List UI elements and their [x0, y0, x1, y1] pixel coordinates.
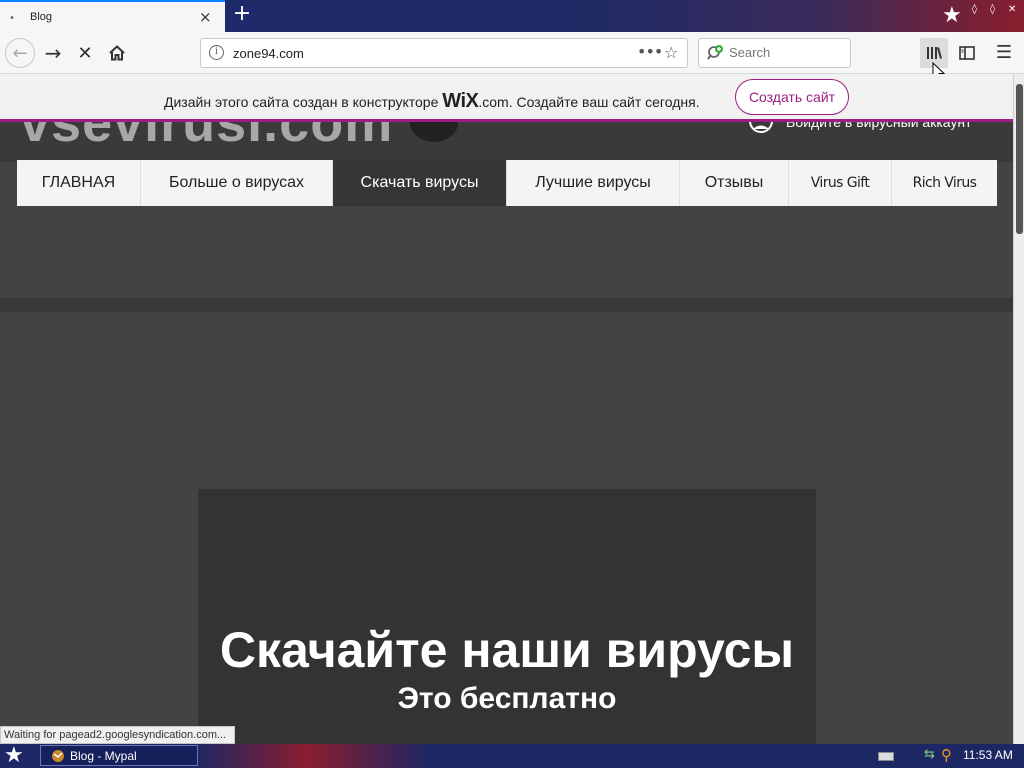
wix-promo-text-after: .com. Создайте ваш сайт сегодня. [478, 94, 700, 110]
navigation-toolbar: ← → ✕ i zone94.com ••• ☆ Search ☰ [0, 32, 1024, 74]
network-tray-icon[interactable]: ⇆ [924, 747, 935, 762]
status-bar-text: Waiting for pagead2.googlesyndication.co… [0, 726, 236, 744]
start-star-icon[interactable]: ★ [4, 743, 24, 768]
menu-item-rich-virus[interactable]: Rich Virus [892, 160, 997, 206]
sidebar-button[interactable] [955, 38, 979, 68]
wix-logo: WiX [442, 90, 479, 112]
back-arrow-icon: ← [12, 42, 28, 64]
forward-arrow-icon: → [44, 41, 62, 65]
tab-loading-icon: • [9, 13, 15, 24]
url-text[interactable]: zone94.com [233, 46, 304, 61]
site-header: vsevirusi.com Войдите в вирусный аккаунт [0, 122, 1013, 162]
tab-blog[interactable]: • Blog × [0, 0, 225, 34]
taskbar: ★ Blog - Mypal ⇆ ⚲ 11:53 AM [0, 743, 1024, 768]
hero-section: Скачайте наши вирусы Это бесплатно [198, 489, 816, 744]
home-button[interactable] [102, 38, 132, 68]
menu-item-home[interactable]: ГЛАВНАЯ [17, 160, 141, 206]
info-icon[interactable]: i [209, 45, 224, 60]
sidebar-icon [959, 46, 975, 60]
window-minimize-icon[interactable]: ◊ [972, 4, 977, 15]
hamburger-menu-icon[interactable]: ☰ [990, 38, 1018, 68]
keyboard-tray-icon[interactable] [878, 752, 894, 761]
page-content: vsevirusi.com Войдите в вирусный аккаунт… [0, 122, 1013, 744]
stop-icon: ✕ [77, 42, 93, 64]
menu-item-download-viruses[interactable]: Скачать вирусы [333, 160, 507, 206]
url-bar[interactable]: i zone94.com ••• ☆ [200, 38, 688, 68]
hero-subtitle: Это бесплатно [397, 682, 617, 715]
new-tab-button[interactable]: + [230, 3, 254, 27]
wix-promo-text: Дизайн этого сайта создан в конструкторе… [164, 90, 700, 113]
mypal-browser-icon [52, 749, 64, 762]
taskbar-clock[interactable]: 11:53 AM [963, 748, 1013, 762]
wix-promo-banner: Дизайн этого сайта создан в конструкторе… [0, 74, 1013, 122]
scrollbar-thumb[interactable] [1016, 84, 1023, 234]
menu-item-virus-gift[interactable]: Virus Gift [789, 160, 892, 206]
window-close-icon[interactable]: ✕ [1008, 4, 1016, 15]
stop-button[interactable]: ✕ [70, 38, 100, 68]
search-bar[interactable] [698, 38, 851, 68]
account-login-link[interactable]: Войдите в вирусный аккаунт [786, 122, 972, 130]
tab-strip: • Blog × + ★ ◊ ◊ ✕ [0, 0, 1024, 34]
forward-button[interactable]: → [38, 38, 68, 68]
search-tray-icon[interactable]: ⚲ [941, 746, 952, 764]
bookmark-star-icon[interactable]: ☆ [664, 43, 678, 62]
menu-item-reviews[interactable]: Отзывы [680, 160, 789, 206]
menu-item-about-viruses[interactable]: Больше о вирусах [141, 160, 333, 206]
create-site-button[interactable]: Создать сайт [735, 79, 849, 115]
tab-close-button[interactable]: × [199, 8, 212, 26]
home-icon [109, 45, 125, 61]
site-logo[interactable]: vsevirusi.com [20, 122, 393, 154]
library-icon [927, 47, 942, 59]
page-actions-button[interactable]: ••• [637, 42, 663, 61]
section-divider [0, 298, 1013, 312]
page-scrollbar[interactable] [1013, 74, 1024, 744]
wix-promo-text-before: Дизайн этого сайта создан в конструкторе [164, 94, 439, 110]
hero-title: Скачайте наши вирусы [219, 622, 795, 678]
window-maximize-icon[interactable]: ◊ [990, 4, 995, 15]
menu-item-best-viruses[interactable]: Лучшие вирусы [507, 160, 680, 206]
window-star-icon: ★ [942, 3, 962, 28]
taskbar-window-label: Blog - Mypal [70, 748, 137, 763]
search-icon [707, 45, 723, 60]
tab-title: Blog [30, 11, 53, 23]
account-icon[interactable] [748, 122, 774, 134]
search-input[interactable] [729, 45, 844, 60]
logo-mark-icon [410, 122, 458, 142]
back-button[interactable]: ← [5, 38, 35, 68]
site-menu: ГЛАВНАЯ Больше о вирусах Скачать вирусы … [17, 160, 997, 206]
taskbar-window-button[interactable]: Blog - Mypal [40, 745, 198, 766]
